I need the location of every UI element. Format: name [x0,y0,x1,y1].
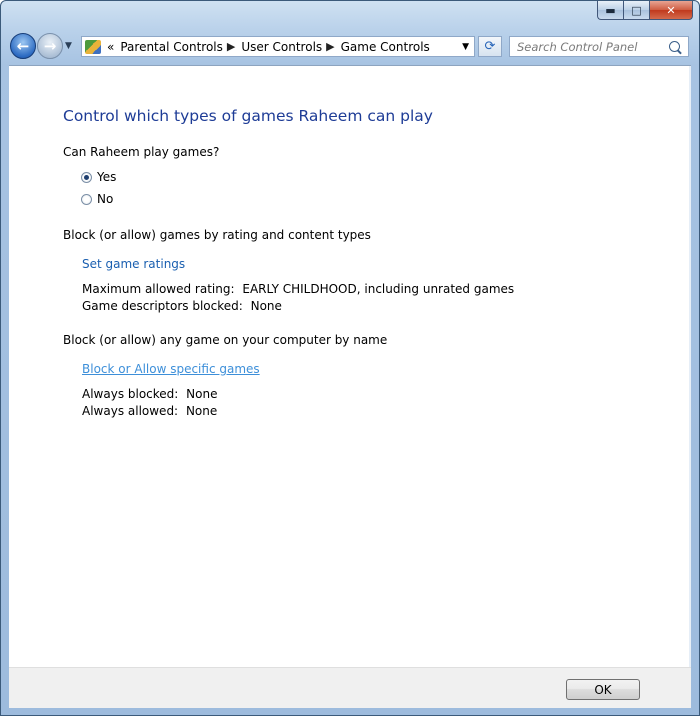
ratings-section-heading: Block (or allow) games by rating and con… [63,228,371,242]
breadcrumb-separator-icon[interactable]: ▶ [227,40,235,53]
back-button[interactable]: ← [10,33,36,59]
always-allowed-row: Always allowed: None [82,404,217,418]
set-game-ratings-link[interactable]: Set game ratings [82,257,185,271]
always-blocked-row: Always blocked: None [82,387,217,401]
breadcrumb-user-controls[interactable]: User Controls [241,40,322,54]
recent-pages-dropdown-icon[interactable]: ▼ [65,41,72,51]
radio-no[interactable]: No [81,192,113,206]
ok-button[interactable]: OK [566,679,640,700]
footer-bar: OK [9,667,691,708]
close-button[interactable]: ✕ [649,1,693,20]
control-panel-icon [85,39,101,54]
forward-button[interactable]: → [37,33,63,59]
descriptors-row: Game descriptors blocked: None [82,299,282,313]
address-dropdown-icon[interactable]: ▼ [462,42,469,52]
max-rating-label: Maximum allowed rating: [82,282,235,296]
refresh-button[interactable]: ⟳ [478,36,502,57]
breadcrumb-game-controls[interactable]: Game Controls [341,40,430,54]
always-allowed-value: None [185,404,218,418]
always-blocked-value: None [186,387,218,401]
content-pane: Control which types of games Raheem can … [9,65,691,668]
navigation-buttons: ← → ▼ [10,33,72,59]
maximize-button[interactable]: □ [623,1,649,20]
games-question: Can Raheem play games? [63,145,220,159]
caption-buttons: ▬ □ ✕ [597,1,693,20]
breadcrumb-parental-controls[interactable]: Parental Controls [120,40,223,54]
minimize-button[interactable]: ▬ [597,1,623,20]
radio-button-checked[interactable] [81,171,92,183]
window: ▬ □ ✕ ← → ▼ « Parental Controls ▶ User C… [0,0,700,716]
refresh-icon: ⟳ [484,39,496,54]
address-bar[interactable]: « Parental Controls ▶ User Controls ▶ Ga… [81,36,475,57]
search-box[interactable] [509,36,689,57]
page-title: Control which types of games Raheem can … [63,107,433,125]
breadcrumb-separator-icon[interactable]: ▶ [326,40,334,53]
always-blocked-label: Always blocked: [82,387,179,401]
search-input[interactable] [517,39,665,54]
max-rating-value: EARLY CHILDHOOD, including unrated games [242,282,515,296]
address-overflow-icon[interactable]: « [107,40,114,54]
radio-no-label[interactable]: No [97,192,113,206]
search-icon[interactable] [669,41,680,52]
radio-button-unchecked[interactable] [81,193,92,205]
descriptors-label: Game descriptors blocked: [82,299,243,313]
always-allowed-label: Always allowed: [82,404,179,418]
descriptors-value: None [250,299,282,313]
radio-yes[interactable]: Yes [81,170,116,184]
radio-yes-label[interactable]: Yes [97,170,116,184]
games-section-heading: Block (or allow) any game on your comput… [63,333,388,347]
content-edge [689,66,691,668]
block-allow-games-link[interactable]: Block or Allow specific games [82,362,260,376]
max-rating-row: Maximum allowed rating: EARLY CHILDHOOD,… [82,282,514,296]
